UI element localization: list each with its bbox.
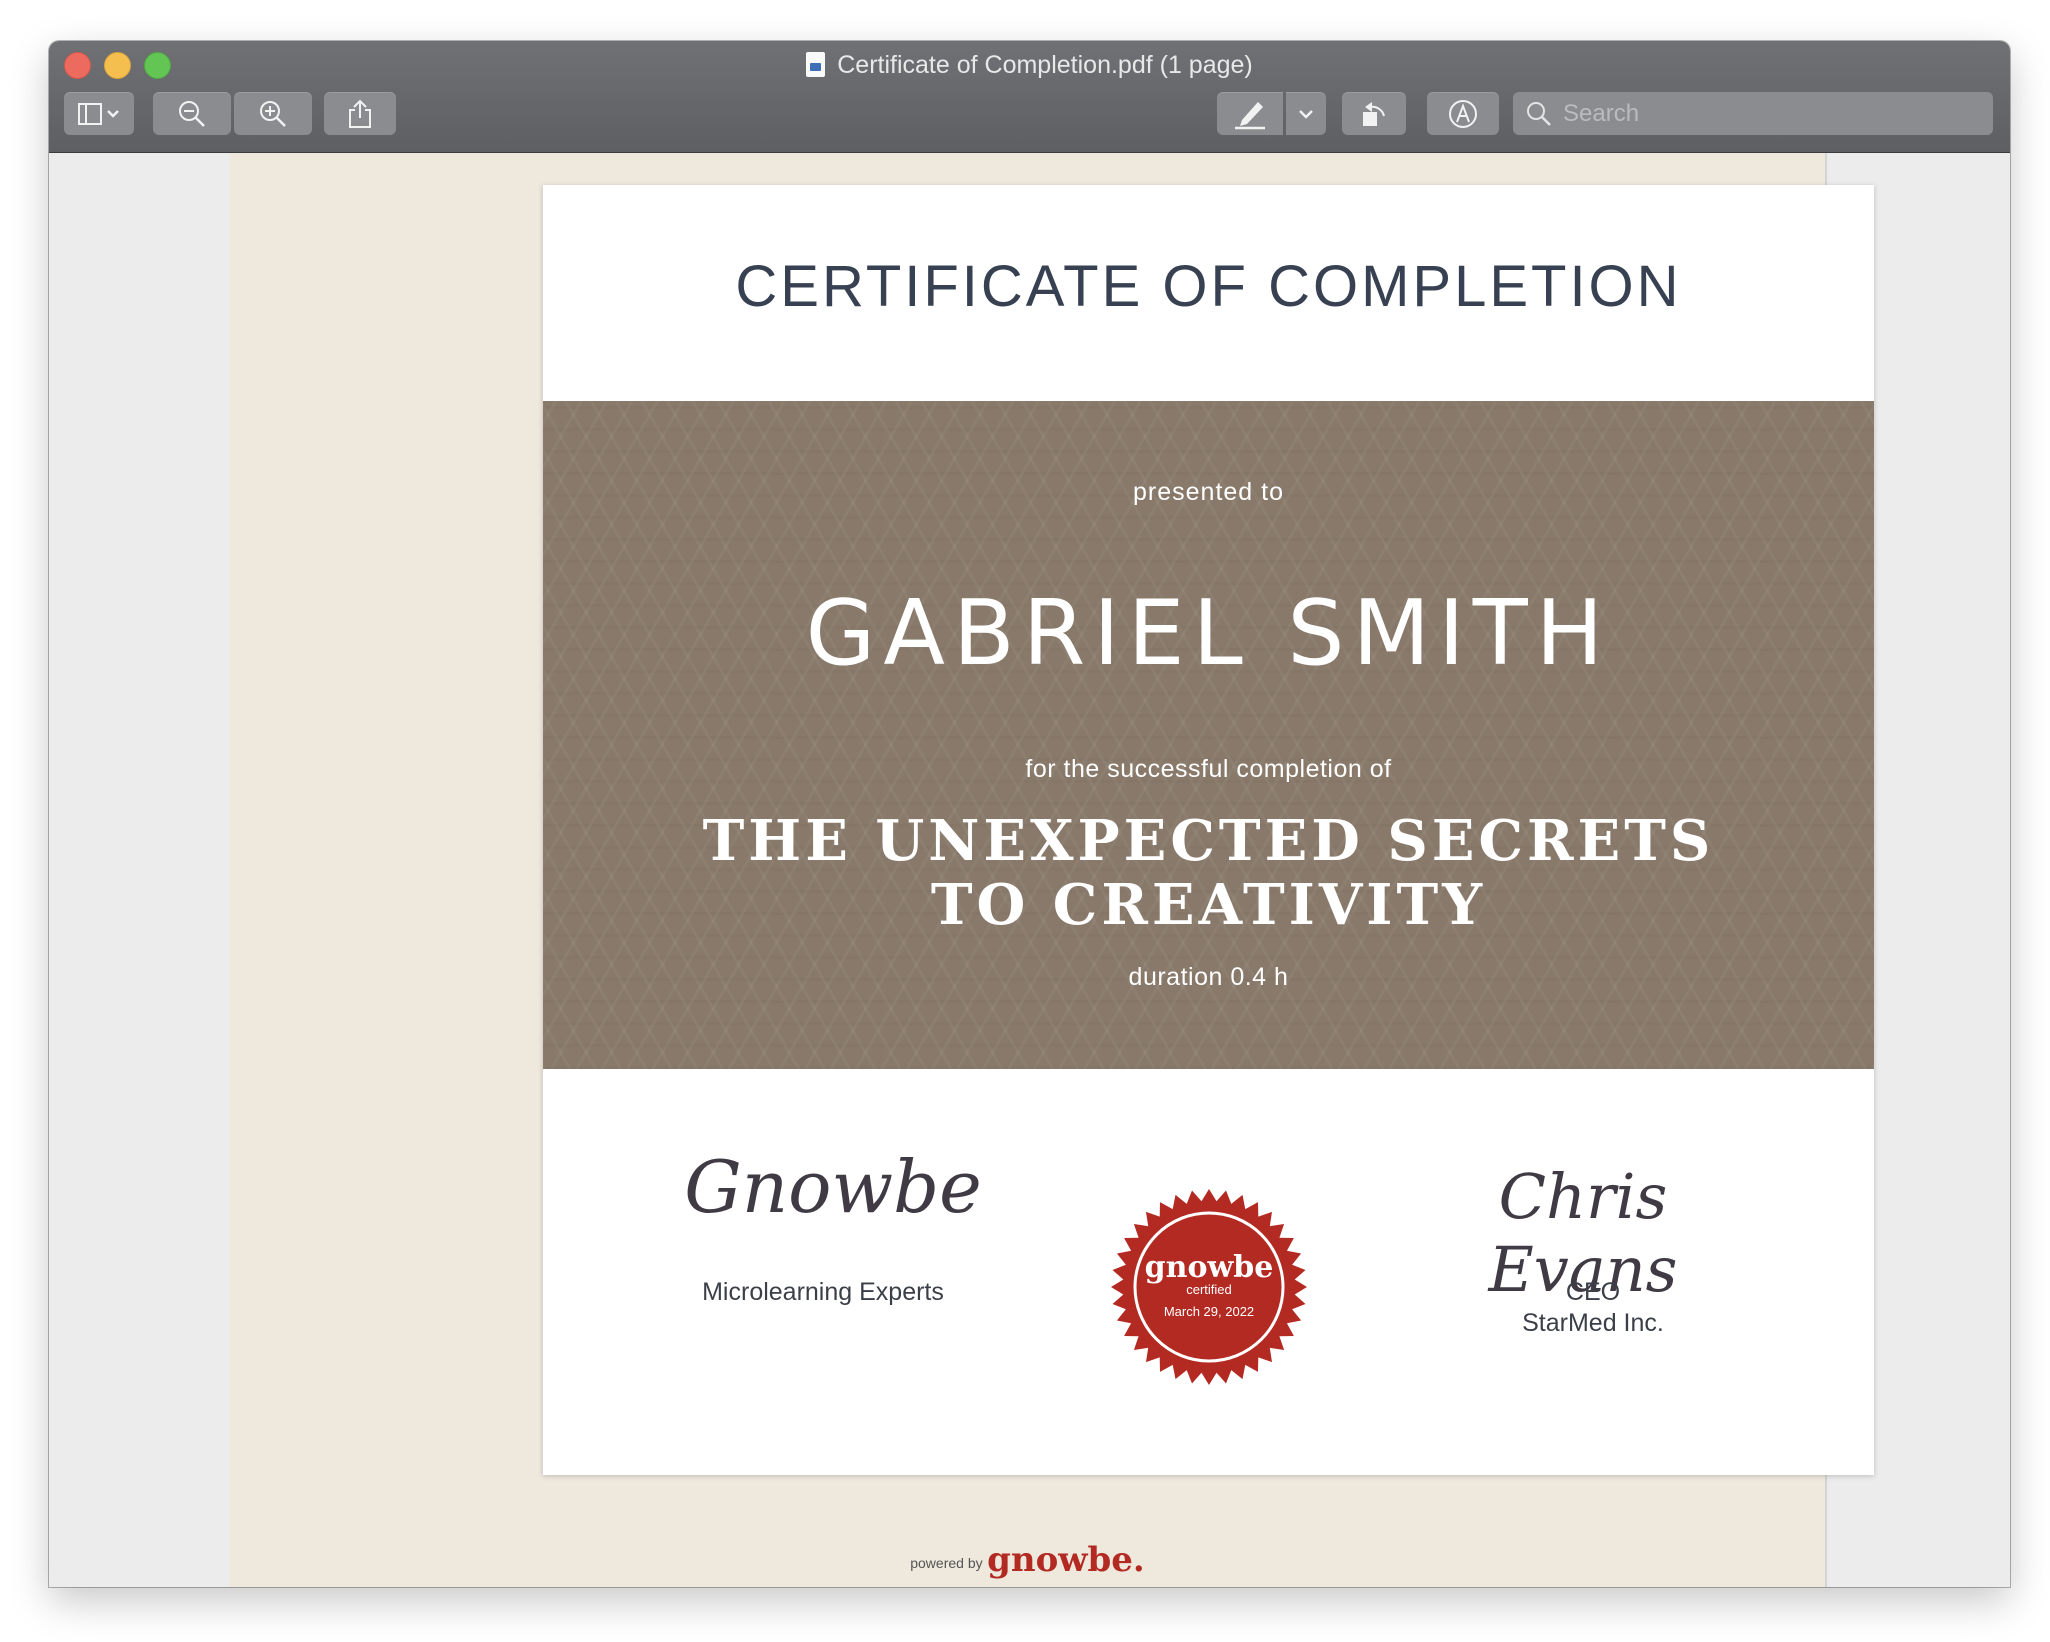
rotate-icon bbox=[1363, 101, 1385, 126]
window-title: Certificate of Completion.pdf (1 page) bbox=[837, 51, 1253, 79]
pdf-page: CERTIFICATE OF COMPLETION presented to G… bbox=[230, 153, 1874, 1587]
preview-window: Certificate of Completion.pdf (1 page) S… bbox=[49, 41, 2010, 1587]
markup-options-button[interactable] bbox=[1286, 92, 1326, 135]
signer-role: CEO bbox=[1565, 1278, 1621, 1306]
left-signature-caption: Microlearning Experts bbox=[702, 1278, 944, 1306]
recipient-name: GABRIEL SMITH bbox=[805, 581, 1612, 686]
document-viewport[interactable]: CERTIFICATE OF COMPLETION presented to G… bbox=[49, 153, 2010, 1587]
chevron-down-icon bbox=[1299, 109, 1313, 119]
course-title: THE UNEXPECTED SECRETS TO CREATIVITY bbox=[702, 808, 1715, 938]
footer-brand-logo: gnowbe. bbox=[987, 1540, 1145, 1580]
seal-date: March 29, 2022 bbox=[1163, 1304, 1255, 1319]
window-title-area: Certificate of Completion.pdf (1 page) bbox=[49, 49, 2010, 81]
zoom-out-button[interactable] bbox=[153, 92, 231, 135]
signer-company: StarMed Inc. bbox=[1522, 1309, 1664, 1337]
left-signature: Gnowbe bbox=[684, 1145, 982, 1229]
rotate-button[interactable] bbox=[1342, 92, 1406, 135]
zoom-out-icon bbox=[179, 100, 205, 127]
presented-to-label: presented to bbox=[1133, 478, 1284, 506]
search-icon bbox=[1527, 101, 1551, 126]
title-bar: Certificate of Completion.pdf (1 page) bbox=[49, 41, 2010, 153]
course-duration: duration 0.4 h bbox=[1128, 963, 1289, 991]
powered-by-footer: powered by gnowbe. bbox=[230, 1540, 1825, 1580]
recipient-band: presented to GABRIEL SMITH for the succe… bbox=[543, 401, 1874, 1069]
certificate-card: CERTIFICATE OF COMPLETION presented to G… bbox=[543, 185, 1874, 1475]
markup-icon bbox=[1449, 99, 1477, 128]
search-input[interactable] bbox=[1561, 98, 1985, 129]
right-signature-caption: CEO StarMed Inc. bbox=[1423, 1277, 1763, 1339]
markup-toolbar-button[interactable] bbox=[1427, 92, 1499, 135]
markup-pen-button[interactable] bbox=[1217, 92, 1283, 135]
completion-label: for the successful completion of bbox=[1025, 755, 1392, 783]
zoom-in-icon bbox=[260, 100, 286, 127]
sidebar-icon bbox=[78, 102, 119, 125]
certificate-title: CERTIFICATE OF COMPLETION bbox=[735, 254, 1682, 319]
seal-subtitle: certified bbox=[1186, 1282, 1232, 1297]
sidebar-toggle-button[interactable] bbox=[64, 92, 134, 135]
seal-brand: gnowbe bbox=[1144, 1250, 1274, 1285]
powered-by-label: powered by bbox=[910, 1555, 983, 1571]
share-icon bbox=[349, 99, 371, 128]
pdf-document-icon bbox=[806, 52, 826, 77]
zoom-in-button[interactable] bbox=[234, 92, 312, 135]
pen-icon bbox=[1235, 101, 1265, 129]
share-button[interactable] bbox=[324, 92, 396, 135]
certified-seal: gnowbe certified March 29, 2022 bbox=[1109, 1187, 1309, 1387]
search-field[interactable] bbox=[1513, 92, 1993, 135]
